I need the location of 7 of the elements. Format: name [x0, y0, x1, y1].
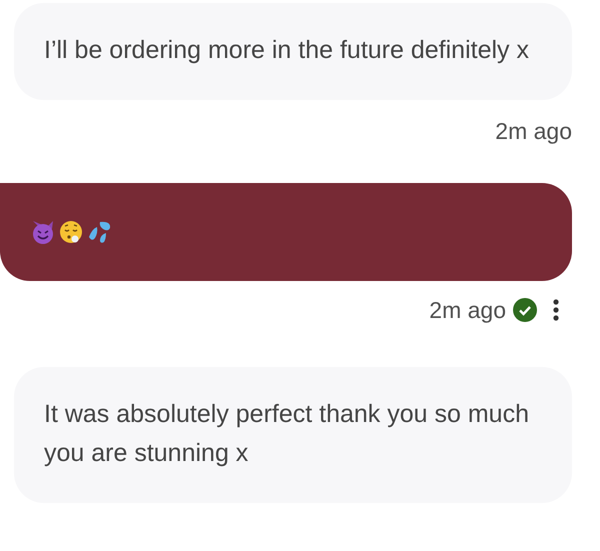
- message-bubble: It was absolutely perfect thank you so much you are stunning x: [14, 367, 572, 503]
- more-options-icon[interactable]: [552, 298, 560, 321]
- exhaling-face-emoji-icon: [58, 218, 84, 244]
- timestamp: 2m ago: [495, 117, 572, 146]
- devil-emoji-icon: [30, 218, 56, 244]
- timestamp: 2m ago: [429, 296, 506, 325]
- message-bubble: I’ll be ordering more in the future definitely x: [14, 3, 572, 100]
